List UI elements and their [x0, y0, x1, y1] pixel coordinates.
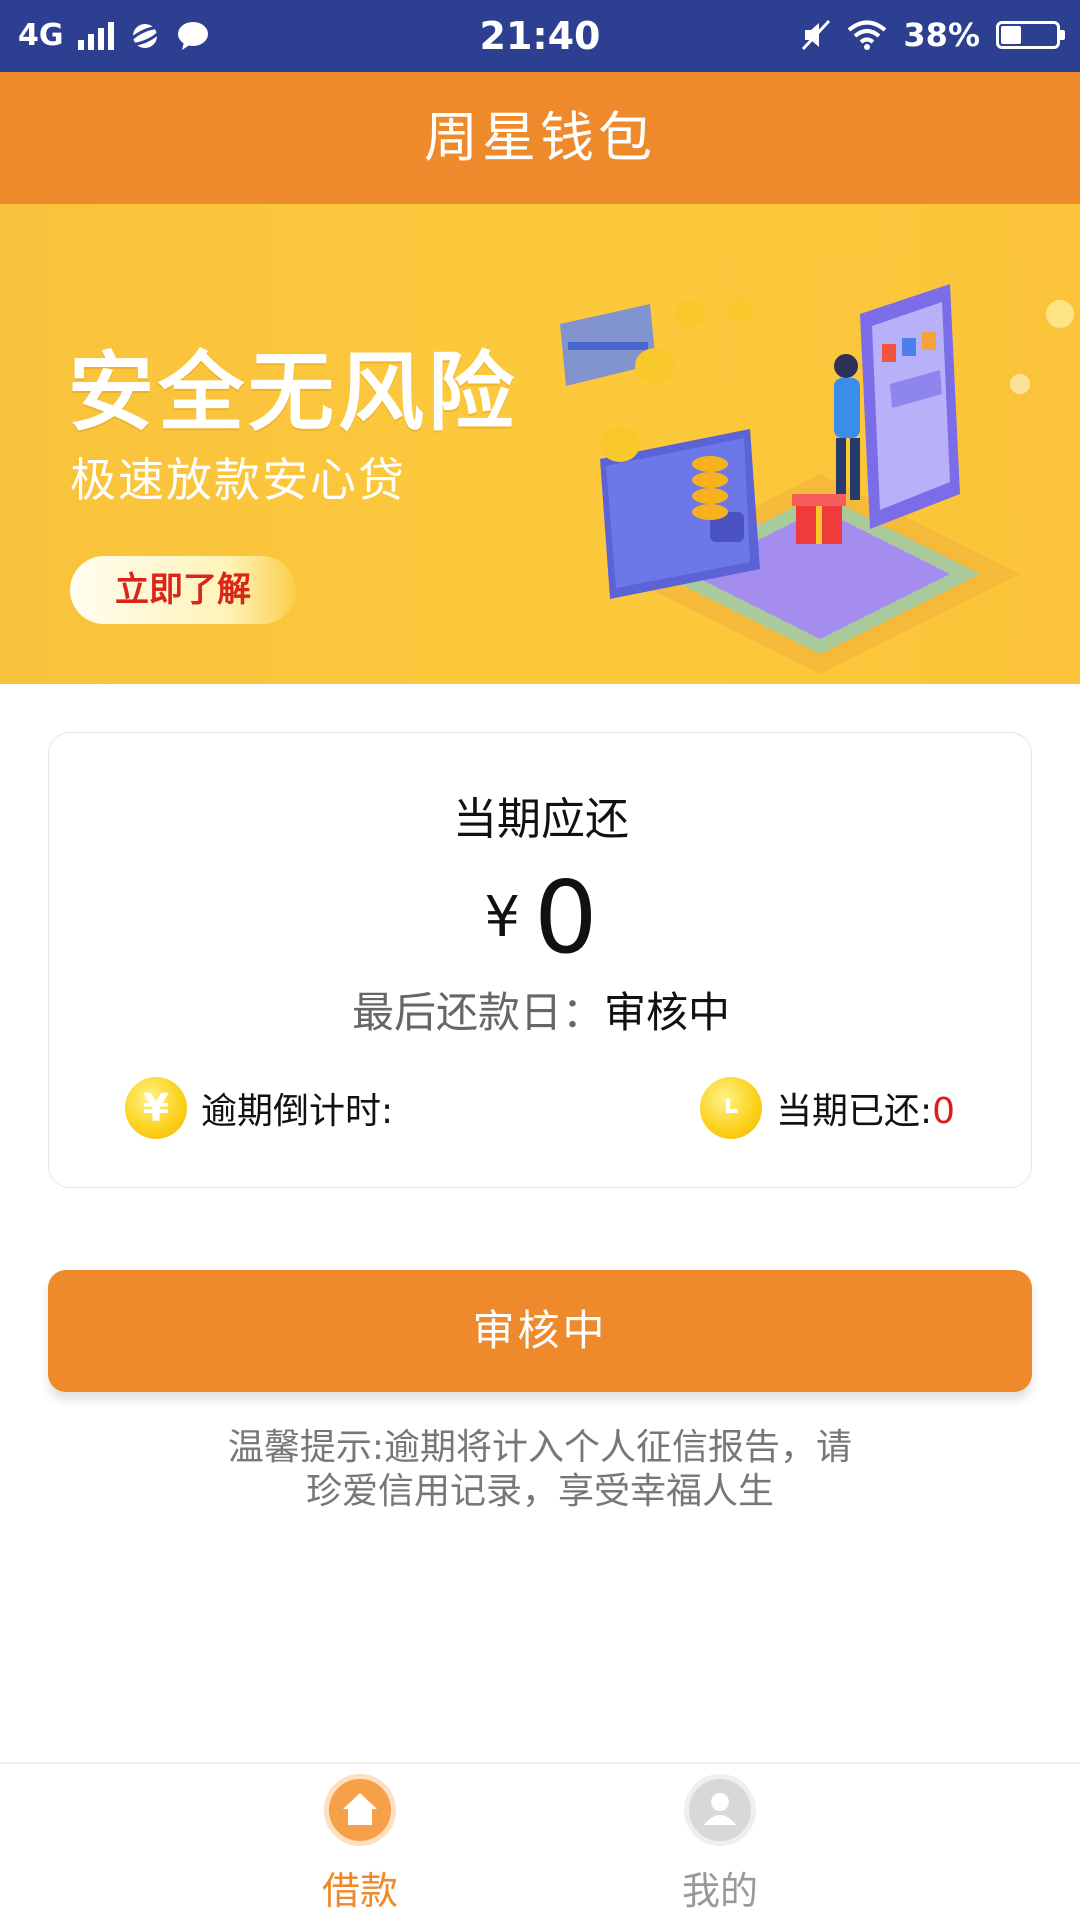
overdue-countdown: ¥ 逾期倒计时: [125, 1077, 393, 1139]
current-due-title: 当期应还 [453, 794, 629, 845]
yen-coin-icon: ¥ [125, 1077, 187, 1139]
due-date-label: 最后还款日： [351, 988, 604, 1037]
tip-line-1: 温馨提示:逾期将计入个人征信报告，请 [227, 1427, 853, 1468]
banner-subtitle: 极速放款安心贷 [70, 453, 406, 507]
user-icon [684, 1774, 756, 1846]
home-icon [324, 1774, 396, 1846]
wifi-icon [848, 20, 887, 50]
paid-value: 0 [932, 1091, 955, 1132]
tab-mine[interactable]: 我的 [620, 1764, 820, 1922]
wallet-illustration [560, 284, 1074, 674]
paid-label: 当期已还: [775, 1091, 933, 1132]
tab-mine-label: 我的 [681, 1869, 758, 1913]
amount-value: 0 [534, 859, 598, 976]
status-right: 38% [801, 16, 1065, 54]
battery-level [1001, 26, 1021, 44]
battery-percent: 38% [903, 16, 980, 54]
tab-loan[interactable]: 借款 [260, 1764, 460, 1922]
bottom-nav: 借款 我的 [0, 1762, 1080, 1922]
status-bar: 4G 21:40 38% [0, 0, 1080, 72]
repayment-card: 当期应还 ¥0 最后还款日：审核中 ¥ 逾期倒计时: 当期已还:0 [48, 732, 1032, 1188]
review-status-button[interactable]: 审核中 [48, 1270, 1032, 1392]
currency-symbol: ¥ [484, 885, 520, 950]
paid-this-period: 当期已还:0 [699, 1077, 955, 1139]
due-amount: ¥0 [49, 859, 1033, 976]
battery-icon [996, 21, 1065, 49]
promo-banner[interactable]: 安全无风险 极速放款安心贷 立即了解 [0, 204, 1080, 684]
banner-title: 安全无风险 [68, 343, 518, 443]
tab-loan-label: 借款 [321, 1869, 398, 1913]
countdown-label: 逾期倒计时: [201, 1091, 394, 1132]
last-repayment-date: 最后还款日：审核中 [49, 979, 1033, 1040]
clock-icon [699, 1077, 762, 1139]
tip-line-2: 珍爱信用记录，享受幸福人生 [305, 1471, 774, 1512]
learn-more-button[interactable]: 立即了解 [70, 556, 296, 624]
reminder-tip: 温馨提示:逾期将计入个人征信报告，请 珍爱信用记录，享受幸福人生 [200, 1426, 880, 1514]
due-date-value: 审核中 [604, 988, 731, 1037]
mute-icon [802, 19, 831, 51]
page-title: 周星钱包 [0, 72, 1080, 204]
